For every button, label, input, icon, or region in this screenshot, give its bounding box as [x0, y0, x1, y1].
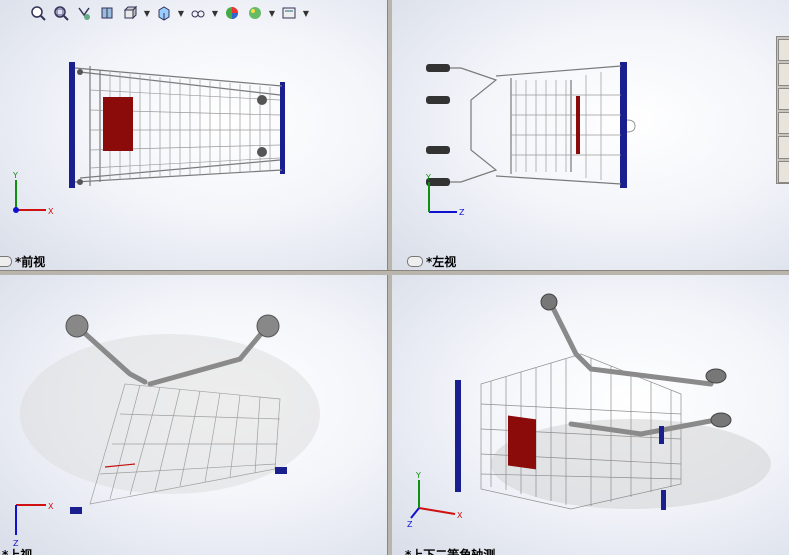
- view-orientation-icon[interactable]: [120, 3, 140, 23]
- chevron-down-icon[interactable]: ▼: [177, 9, 185, 18]
- chevron-down-icon[interactable]: ▼: [143, 9, 151, 18]
- axis-x-label: X: [48, 502, 54, 511]
- viewport-isometric[interactable]: X Y Z *上下二等角轴测: [391, 274, 789, 555]
- chevron-down-icon[interactable]: ▼: [268, 9, 276, 18]
- axis-y-label: Y: [12, 171, 18, 180]
- axis-z-label: Z: [407, 520, 413, 529]
- section-view-icon[interactable]: [97, 3, 117, 23]
- display-style-icon[interactable]: [154, 3, 174, 23]
- axis-triad: X Y Z: [407, 471, 463, 529]
- axis-x-label: X: [48, 207, 54, 216]
- chevron-down-icon[interactable]: ▼: [302, 9, 310, 18]
- link-views-icon: [0, 256, 12, 267]
- task-pane-tabs: [776, 36, 789, 184]
- home-icon[interactable]: [778, 39, 789, 62]
- zoom-to-area-icon[interactable]: [51, 3, 71, 23]
- axis-y-label: Y: [425, 173, 431, 182]
- viewport-label-front: *前视: [0, 253, 45, 270]
- axis-triad: X Y: [12, 171, 54, 216]
- viewport-front[interactable]: X Y *前视: [0, 0, 387, 270]
- view-settings-icon[interactable]: [279, 3, 299, 23]
- axis-z-label: Z: [459, 208, 465, 217]
- file-explorer-icon[interactable]: [778, 87, 789, 110]
- previous-view-icon[interactable]: [74, 3, 94, 23]
- viewport-splitter-vertical[interactable]: [387, 0, 392, 555]
- axis-y-label: Y: [415, 471, 421, 480]
- viewport-left[interactable]: Z Y *左视: [391, 0, 789, 270]
- axis-triad: Z Y: [425, 173, 465, 217]
- appearances-icon[interactable]: [778, 136, 789, 159]
- axis-triad: X Z: [13, 502, 54, 548]
- zoom-to-fit-icon[interactable]: [28, 3, 48, 23]
- link-views-icon: [407, 256, 423, 267]
- viewport-label-top: *上视: [2, 548, 33, 555]
- axis-x-label: X: [457, 511, 463, 520]
- custom-properties-icon[interactable]: [778, 160, 789, 183]
- view-palette-icon[interactable]: [778, 111, 789, 135]
- chevron-down-icon[interactable]: ▼: [211, 9, 219, 18]
- edit-appearance-icon[interactable]: [222, 3, 242, 23]
- viewport-splitter-horizontal[interactable]: [0, 270, 789, 275]
- viewport-label-isometric: *上下二等角轴测: [405, 548, 496, 555]
- viewport-label-left: *左视: [407, 253, 456, 270]
- hide-show-items-icon[interactable]: [188, 3, 208, 23]
- viewport-top[interactable]: X Z *上视: [0, 274, 387, 555]
- heads-up-view-toolbar: ▼ ▼ ▼ ▼ ▼: [28, 2, 310, 24]
- apply-scene-icon[interactable]: [245, 3, 265, 23]
- cart-front-view-drawing: [69, 62, 285, 188]
- design-library-icon[interactable]: [778, 63, 789, 86]
- cart-top-view-drawing: [20, 314, 320, 514]
- cart-left-view-drawing: [426, 62, 636, 188]
